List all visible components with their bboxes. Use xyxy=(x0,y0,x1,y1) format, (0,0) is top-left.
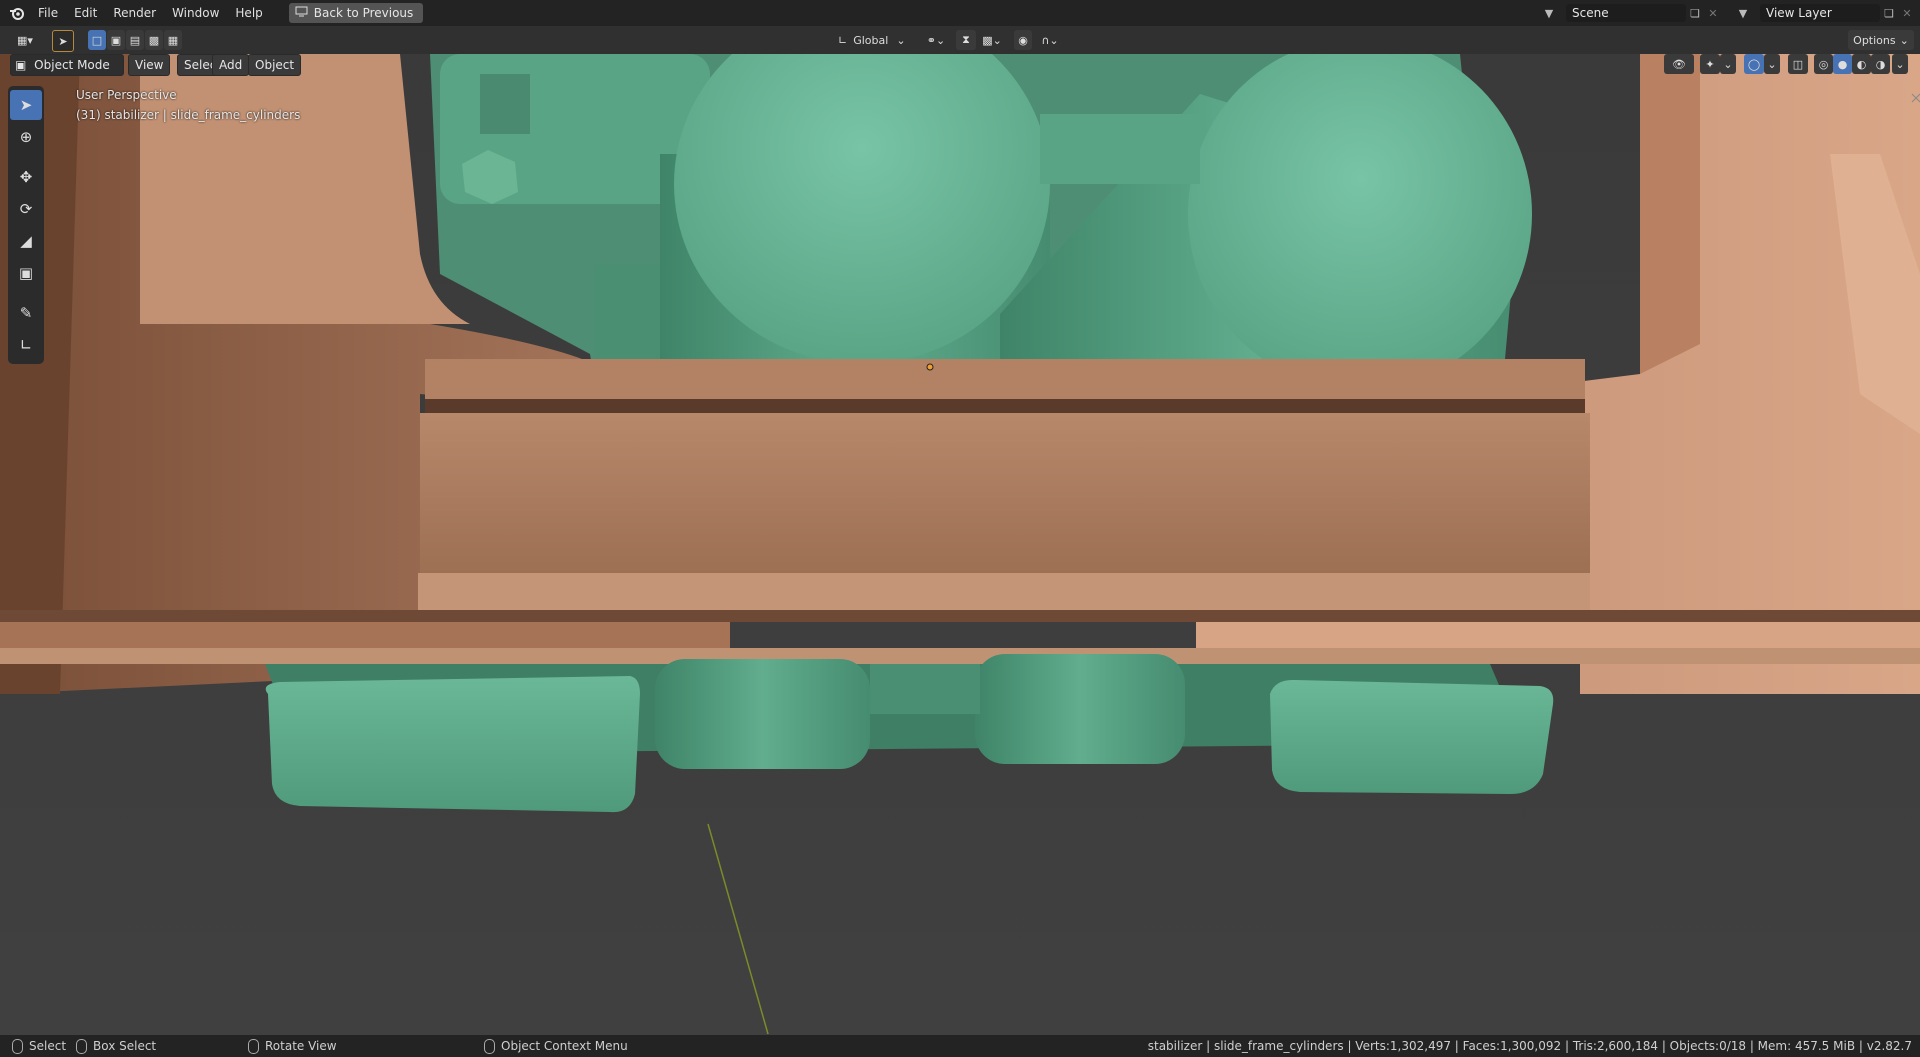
measure-icon[interactable]: ∟ xyxy=(10,330,42,360)
back-to-previous-label: Back to Previous xyxy=(313,6,414,20)
menu-window[interactable]: Window xyxy=(164,0,227,26)
view-menu[interactable]: View xyxy=(128,54,171,76)
view-layer-name-field[interactable]: View Layer xyxy=(1760,4,1880,22)
status-rotate-view: Rotate View xyxy=(248,1035,337,1057)
screen-icon xyxy=(295,6,308,20)
mouse-right-icon xyxy=(484,1039,495,1054)
chevron-down-icon: ⌄ xyxy=(896,33,906,47)
object-mode-dropdown[interactable]: ▣ Object Mode ⌄ xyxy=(10,54,124,92)
annotate-icon[interactable]: ✎ xyxy=(10,298,42,328)
status-select-label: Select xyxy=(29,1039,67,1053)
cursor-icon[interactable]: ⊕ xyxy=(10,122,42,152)
select-mode-extend-icon[interactable]: ▣ xyxy=(107,30,125,50)
snap-element-icon[interactable]: ▩⌄ xyxy=(978,30,1006,50)
orientation-icon: ∟ xyxy=(838,33,848,47)
menu-help[interactable]: Help xyxy=(227,0,270,26)
chevron-down-icon: ⌄ xyxy=(1899,33,1909,47)
overlays-dropdown-icon[interactable]: ⌄ xyxy=(1764,54,1780,74)
status-context-menu-label: Object Context Menu xyxy=(501,1039,628,1053)
proportional-edit-icon[interactable]: ◉ xyxy=(1014,30,1032,50)
select-mode-intersect-icon[interactable]: ▦ xyxy=(164,30,182,50)
mouse-left-icon xyxy=(12,1039,23,1054)
gizmo-icon[interactable]: ✦ xyxy=(1700,54,1720,74)
scale-icon[interactable]: ◢ xyxy=(10,226,42,256)
proportional-falloff-icon[interactable]: ∩⌄ xyxy=(1036,30,1064,50)
view-perspective-label: User Perspective xyxy=(76,88,177,102)
object-menu[interactable]: Object xyxy=(248,54,302,76)
gizmo-dropdown-icon[interactable]: ⌄ xyxy=(1720,54,1736,74)
options-label: Options xyxy=(1853,33,1896,47)
rotate-icon[interactable]: ⟳ xyxy=(10,194,42,224)
view-layer-selector-icon[interactable]: ▼ xyxy=(1728,4,1758,22)
scene-statistics: stabilizer | slide_frame_cylinders | Ver… xyxy=(1147,1039,1912,1053)
scene-selector-icon[interactable]: ▼ xyxy=(1534,4,1564,22)
top-menu-bar: File Edit Render Window Help Back to Pre… xyxy=(0,0,1920,26)
overlays-icon[interactable]: ◯ xyxy=(1744,54,1764,74)
status-select: Select xyxy=(12,1035,66,1057)
status-box-select: Box Select xyxy=(76,1035,156,1057)
mouse-middle-icon xyxy=(248,1039,259,1054)
object-mode-icon: ▣ xyxy=(15,58,27,72)
delete-view-layer-icon[interactable]: ✕ xyxy=(1898,4,1916,22)
add-menu[interactable]: Add xyxy=(212,54,250,76)
select-mode-invert-icon[interactable]: ▩ xyxy=(145,30,163,50)
back-to-previous-button[interactable]: Back to Previous xyxy=(288,3,424,23)
material-shading-icon[interactable]: ◐ xyxy=(1852,54,1871,74)
editor-type-icon[interactable]: ▦▾ xyxy=(10,30,40,50)
solid-shading-icon[interactable]: ● xyxy=(1833,54,1852,74)
scene-name-field[interactable]: Scene xyxy=(1566,4,1686,22)
select-mode-subtract-icon[interactable]: ▤ xyxy=(126,30,144,50)
select-tool-icon[interactable]: ➤ xyxy=(52,30,74,52)
menu-edit[interactable]: Edit xyxy=(66,0,105,26)
shading-dropdown-icon[interactable]: ⌄ xyxy=(1892,54,1908,74)
xray-icon[interactable]: ◫ xyxy=(1788,54,1808,74)
menu-file[interactable]: File xyxy=(30,0,66,26)
top-right-controls: ▼ Scene ❏ ✕ ▼ View Layer ❏ ✕ xyxy=(1534,0,1920,26)
new-scene-icon[interactable]: ❏ xyxy=(1686,4,1704,22)
status-rotate-view-label: Rotate View xyxy=(265,1039,337,1053)
menu-render[interactable]: Render xyxy=(105,0,164,26)
object-mode-label: Object Mode xyxy=(34,58,110,72)
3d-scene-render xyxy=(0,54,1920,1035)
delete-scene-icon[interactable]: ✕ xyxy=(1704,4,1722,22)
select-box-icon[interactable]: ➤ xyxy=(10,90,42,120)
pivot-point-icon[interactable]: ⚭⌄ xyxy=(922,30,950,50)
3d-viewport[interactable]: ▣ Object Mode ⌄ View Select Add Object 👁… xyxy=(0,54,1920,1035)
snap-toggle-icon[interactable]: ⧗ xyxy=(956,30,976,50)
tool-settings-bar: ▦▾ ➤ □ ▣ ▤ ▩ ▦ ∟ Global ⌄ ⚭⌄ ⧗ ▩⌄ ◉ ∩⌄ O… xyxy=(0,26,1920,54)
blender-logo-icon[interactable] xyxy=(4,0,30,26)
rendered-shading-icon[interactable]: ◑ xyxy=(1871,54,1890,74)
active-object-label: (31) stabilizer | slide_frame_cylinders xyxy=(76,108,301,122)
wireframe-shading-icon[interactable]: ◎ xyxy=(1814,54,1833,74)
status-box-select-label: Box Select xyxy=(93,1039,157,1053)
mouse-drag-icon xyxy=(76,1039,87,1054)
visibility-eye-icon[interactable]: 👁 xyxy=(1664,54,1694,74)
status-bar: Select Box Select Rotate View Object Con… xyxy=(0,1035,1920,1057)
transform-orientation-dropdown[interactable]: ∟ Global ⌄ xyxy=(834,30,918,50)
orientation-label: Global xyxy=(853,33,889,47)
toolbar: ➤ ⊕ ✥ ⟳ ◢ ▣ ✎ ∟ xyxy=(8,86,44,364)
select-mode-new-icon[interactable]: □ xyxy=(88,30,106,50)
new-view-layer-icon[interactable]: ❏ xyxy=(1880,4,1898,22)
transform-icon[interactable]: ▣ xyxy=(10,258,42,288)
options-dropdown[interactable]: Options ⌄ xyxy=(1848,30,1914,50)
move-icon[interactable]: ✥ xyxy=(10,162,42,192)
status-context-menu: Object Context Menu xyxy=(484,1035,628,1057)
